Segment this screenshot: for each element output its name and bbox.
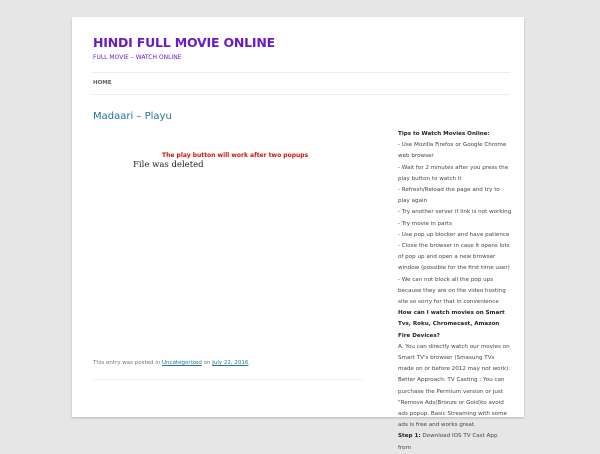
main-navigation: HOME bbox=[92, 72, 510, 95]
sidebar-widget: Tips to Watch Movies Online: - Use Mozil… bbox=[398, 129, 512, 454]
entry-meta: This entry was posted in Uncategorized o… bbox=[93, 360, 250, 366]
tip-item: - Close the browser in case it opens lot… bbox=[398, 243, 510, 272]
faq-heading: How can I watch movies on Smart Tvs, Rok… bbox=[398, 310, 505, 339]
tip-item: - Try movie in parts bbox=[398, 220, 452, 227]
date-link[interactable]: July 22, 2016 bbox=[212, 360, 248, 366]
entry-title[interactable]: Madaari – Playu bbox=[93, 111, 172, 122]
tip-item: - Refresh/Reload the page and try to pla… bbox=[398, 187, 500, 205]
meta-mid: on bbox=[201, 360, 213, 366]
tip-item: - We can not block all the pop ups becau… bbox=[398, 276, 506, 306]
nav-home[interactable]: HOME bbox=[93, 80, 112, 86]
meta-suffix: . bbox=[248, 360, 251, 366]
category-link[interactable]: Uncategorized bbox=[162, 360, 202, 366]
site-title[interactable]: HINDI FULL MOVIE ONLINE bbox=[93, 35, 275, 50]
page-container: HINDI FULL MOVIE ONLINE FULL MOVIE – WAT… bbox=[72, 17, 524, 451]
step1-label: Step 1: bbox=[398, 433, 421, 440]
divider bbox=[93, 379, 363, 380]
tip-item: - Use Mozilla Firefox or Google Chrome w… bbox=[398, 142, 507, 160]
popup-notice: The play button will work after two popu… bbox=[162, 152, 309, 159]
video-player-message: File was deleted bbox=[133, 160, 204, 170]
tip-item: - Wait for 2 minutes after you press the… bbox=[398, 164, 509, 182]
tips-heading: Tips to Watch Movies Online: bbox=[398, 131, 490, 137]
site-description: FULL MOVIE – WATCH ONLINE bbox=[93, 54, 182, 61]
tip-item: - Try another server if link is not work… bbox=[398, 209, 512, 216]
faq-answer: A. You can directly watch our movies on … bbox=[398, 343, 511, 429]
meta-prefix: This entry was posted in bbox=[93, 360, 163, 366]
tip-item: - Use pop up blocker and have patience bbox=[398, 231, 510, 238]
